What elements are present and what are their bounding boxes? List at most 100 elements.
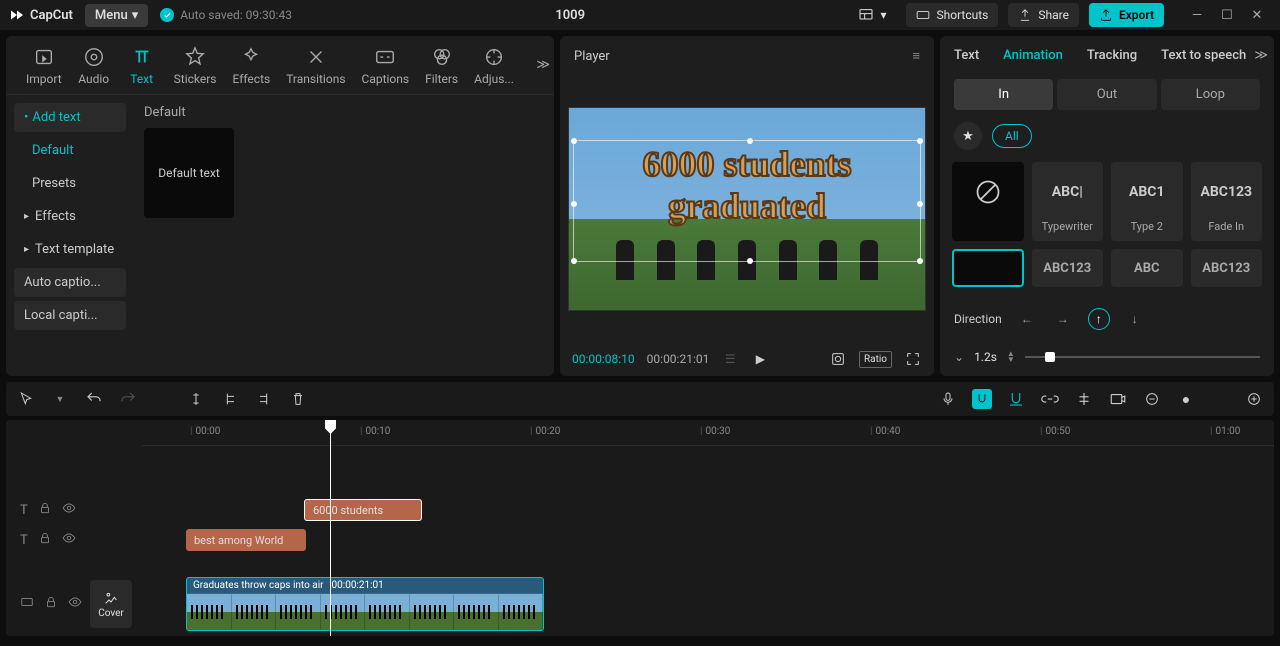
sidebar-local-captions[interactable]: Local capti... — [14, 301, 126, 330]
chevron-down-icon[interactable]: ⌄ — [954, 350, 964, 364]
tab-tracking[interactable]: Tracking — [1087, 48, 1137, 63]
player-menu-icon[interactable]: ≡ — [912, 48, 920, 64]
play-button[interactable]: ▶ — [751, 350, 769, 368]
tab-captions[interactable]: Captions — [354, 42, 418, 94]
tabs-overflow-icon[interactable]: ≫ — [1254, 48, 1268, 63]
zoom-slider-icon[interactable]: ● — [1176, 389, 1196, 409]
lock-icon[interactable] — [38, 531, 52, 549]
lock-icon[interactable] — [38, 501, 52, 519]
text-track-icon: T — [20, 503, 28, 518]
tabs-more-icon[interactable]: ≫ — [536, 58, 550, 73]
link-icon[interactable] — [1040, 389, 1060, 409]
trim-left-icon[interactable] — [220, 389, 240, 409]
fullscreen-icon[interactable] — [904, 350, 922, 368]
anim-tab-in[interactable]: In — [954, 79, 1053, 110]
tab-text-props[interactable]: Text — [954, 48, 979, 63]
main-area: Import Audio Text Stickers Effects Trans… — [0, 30, 1280, 382]
zoom-out-icon[interactable] — [1142, 389, 1162, 409]
video-clip[interactable]: Graduates throw caps into air00:00:21:01 — [186, 577, 544, 631]
dir-up-icon[interactable]: ↑ — [1088, 308, 1110, 330]
ruler-mark: 00:10 — [360, 426, 390, 437]
text-sidebar: •Add text Default Presets Effects Text t… — [6, 95, 134, 376]
tracks: T 6000 students T best among World ⋯ — [6, 446, 1274, 636]
close-button[interactable]: ✕ — [1242, 0, 1272, 30]
dir-down-icon[interactable]: ↓ — [1124, 308, 1146, 330]
tab-filters[interactable]: Filters — [417, 42, 466, 94]
magnet-main-icon[interactable] — [972, 389, 992, 409]
text-clip-2[interactable]: best among World — [186, 529, 306, 551]
cursor-dropdown-icon[interactable]: ▼ — [50, 389, 70, 409]
redo-icon[interactable] — [118, 389, 138, 409]
anim-tab-out[interactable]: Out — [1057, 79, 1156, 110]
share-button[interactable]: Share — [1008, 3, 1079, 27]
duration-slider[interactable] — [1025, 356, 1260, 358]
tab-audio[interactable]: Audio — [70, 42, 118, 94]
export-button[interactable]: Export — [1089, 3, 1164, 27]
sidebar-default[interactable]: Default — [14, 136, 126, 165]
sidebar-text-template[interactable]: Text template — [14, 235, 126, 264]
eye-icon[interactable] — [62, 501, 76, 519]
layout-button[interactable]: ▾ — [848, 2, 896, 28]
eye-icon[interactable] — [62, 531, 76, 549]
maximize-button[interactable]: ☐ — [1212, 0, 1242, 30]
dir-right-icon[interactable]: → — [1052, 308, 1074, 330]
lock-icon[interactable] — [44, 595, 58, 613]
undo-icon[interactable] — [84, 389, 104, 409]
zoom-in-icon[interactable] — [1244, 389, 1264, 409]
anim-none[interactable] — [952, 162, 1024, 241]
video-preview[interactable]: 6000 students graduated — [568, 107, 926, 311]
playhead[interactable] — [330, 420, 331, 636]
timeline-ruler[interactable]: 00:00 00:10 00:20 00:30 00:40 00:50 01:0… — [142, 420, 1274, 446]
sidebar-add-text[interactable]: •Add text — [14, 103, 126, 132]
magnet-track-icon[interactable] — [1006, 389, 1026, 409]
ratio-button[interactable]: Ratio — [859, 351, 892, 368]
anim-typewriter[interactable]: ABC|Typewriter — [1032, 162, 1104, 241]
anim-selected[interactable] — [952, 249, 1024, 287]
anim-fadein[interactable]: ABC123Fade In — [1191, 162, 1263, 241]
anim-preset-r3[interactable]: ABC123 — [1191, 249, 1263, 287]
cursor-tool-icon[interactable] — [16, 389, 36, 409]
sidebar-effects[interactable]: Effects — [14, 202, 126, 231]
sidebar-auto-captions[interactable]: Auto captio... — [14, 268, 126, 297]
tab-transitions[interactable]: Transitions — [278, 42, 353, 94]
anim-preset-r2[interactable]: ABC — [1111, 249, 1183, 287]
favorites-icon[interactable]: ★ — [954, 122, 982, 150]
tab-effects[interactable]: Effects — [225, 42, 279, 94]
tab-stickers[interactable]: Stickers — [166, 42, 225, 94]
preview-icon[interactable] — [1108, 389, 1128, 409]
snapshot-icon[interactable] — [829, 350, 847, 368]
dir-left-icon[interactable]: ← — [1016, 308, 1038, 330]
mic-icon[interactable] — [938, 389, 958, 409]
tab-animation[interactable]: Animation — [1003, 48, 1063, 63]
anim-tab-loop[interactable]: Loop — [1161, 79, 1260, 110]
align-icon[interactable] — [1074, 389, 1094, 409]
titlebar: CapCut Menu ▾ Auto saved: 09:30:43 1009 … — [0, 0, 1280, 30]
minimize-button[interactable]: — — [1182, 0, 1212, 30]
autosave-status: Auto saved: 09:30:43 — [160, 8, 292, 22]
split-icon[interactable] — [186, 389, 206, 409]
tab-import[interactable]: Import — [18, 42, 70, 94]
text-track-2: T best among World — [6, 526, 1274, 554]
text-content: Default Default text — [134, 95, 554, 376]
player-title: Player — [574, 49, 610, 64]
anim-preset-r1[interactable]: ABC123 — [1032, 249, 1104, 287]
tab-adjust[interactable]: Adjus... — [466, 42, 522, 94]
list-icon[interactable]: ☰ — [721, 350, 739, 368]
stepper-icon[interactable]: ▲▼ — [1007, 351, 1015, 363]
filter-all-chip[interactable]: All — [992, 124, 1032, 148]
sidebar-presets[interactable]: Presets — [14, 169, 126, 198]
shortcuts-button[interactable]: Shortcuts — [906, 3, 998, 27]
player-panel: Player ≡ 6000 students graduated 00:00:0… — [560, 36, 934, 376]
menu-button[interactable]: Menu ▾ — [85, 4, 148, 27]
default-text-thumb[interactable]: Default text — [144, 128, 234, 218]
eye-icon[interactable] — [68, 595, 82, 613]
tab-tts[interactable]: Text to speech — [1161, 48, 1246, 63]
cover-button[interactable]: Cover — [90, 580, 132, 628]
tab-text[interactable]: Text — [118, 42, 166, 94]
video-track: ⋯ Cover Graduates throw caps into air00:… — [6, 574, 1274, 634]
text-clip-1[interactable]: 6000 students — [304, 499, 422, 521]
media-tabs: Import Audio Text Stickers Effects Trans… — [6, 36, 554, 95]
anim-type2[interactable]: ABC1Type 2 — [1111, 162, 1183, 241]
delete-icon[interactable] — [288, 389, 308, 409]
trim-right-icon[interactable] — [254, 389, 274, 409]
